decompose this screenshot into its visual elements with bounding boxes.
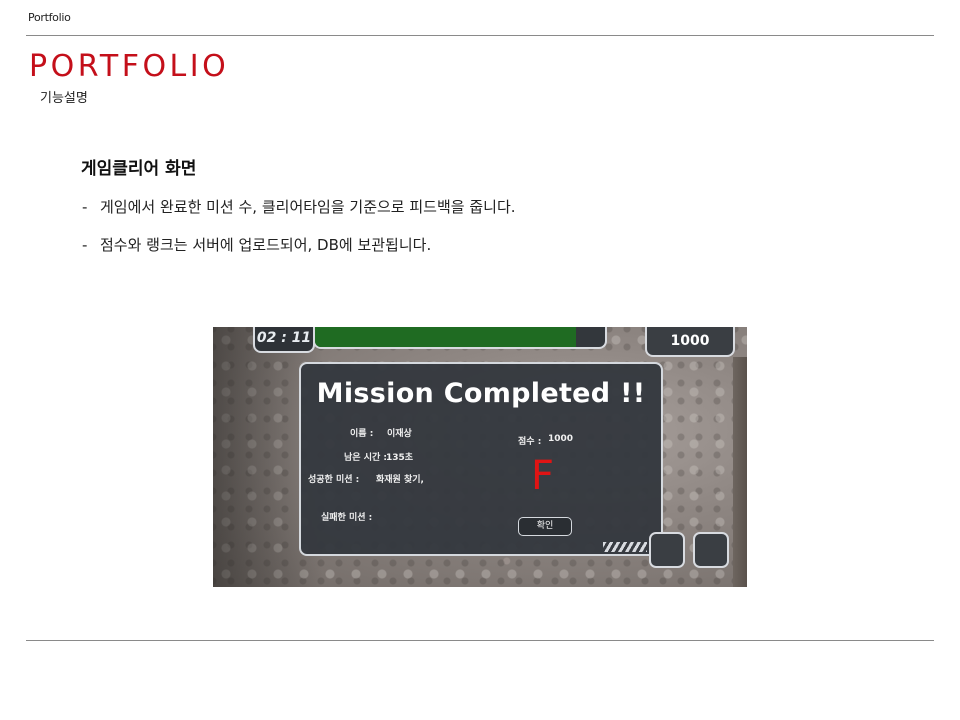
page-title: PORTFOLIO xyxy=(29,49,230,84)
section-heading: 게임클리어 화면 xyxy=(81,159,197,179)
bullet-text: 점수와 랭크는 서버에 업로드되어, DB에 보관됩니다. xyxy=(100,236,432,254)
time-label: 남은 시간 : xyxy=(344,453,387,463)
success-label: 성공한 미션 : xyxy=(308,475,360,485)
panel-stripes xyxy=(603,542,647,552)
confirm-button[interactable]: 확인 xyxy=(518,517,572,536)
success-value: 화재원 찾기, xyxy=(376,475,424,485)
game-screenshot: 02 : 11 1000 Mission Completed !! 이름 : 이… xyxy=(213,327,747,587)
bullet-dash: - xyxy=(82,236,88,254)
name-value: 이재상 xyxy=(387,429,412,439)
header-small-title: Portfolio xyxy=(28,11,71,24)
bullet-item: - 점수와 랭크는 서버에 업로드되어, DB에 보관됩니다. xyxy=(82,234,431,255)
bullet-item: - 게임에서 완료한 미션 수, 클리어타임을 기준으로 피드백을 줍니다. xyxy=(82,196,516,217)
page-subtitle: 기능설명 xyxy=(40,91,88,106)
grade-letter: F xyxy=(531,453,555,499)
fail-label: 실패한 미션 : xyxy=(321,513,373,523)
top-score: 1000 xyxy=(645,327,735,357)
door-frame xyxy=(733,357,747,587)
progress-fill xyxy=(315,327,576,347)
bullet-dash: - xyxy=(82,198,88,216)
game-progress-bar xyxy=(313,327,607,349)
mission-result-panel: Mission Completed !! 이름 : 이재상 남은 시간 : 13… xyxy=(299,362,663,556)
game-timer: 02 : 11 xyxy=(253,327,315,353)
corner-button[interactable] xyxy=(649,532,685,568)
bullet-text: 게임에서 완료한 미션 수, 클리어타임을 기준으로 피드백을 줍니다. xyxy=(100,198,516,216)
score-value: 1000 xyxy=(548,434,574,444)
name-label: 이름 : xyxy=(350,429,374,439)
portfolio-slide: Portfolio PORTFOLIO 기능설명 게임클리어 화면 - 게임에서 … xyxy=(0,0,960,720)
score-label: 점수 : xyxy=(518,437,542,447)
bottom-divider xyxy=(26,640,934,641)
top-divider xyxy=(26,35,934,36)
time-value: 135초 xyxy=(386,453,414,463)
mission-title: Mission Completed !! xyxy=(316,378,646,409)
corner-button[interactable] xyxy=(693,532,729,568)
